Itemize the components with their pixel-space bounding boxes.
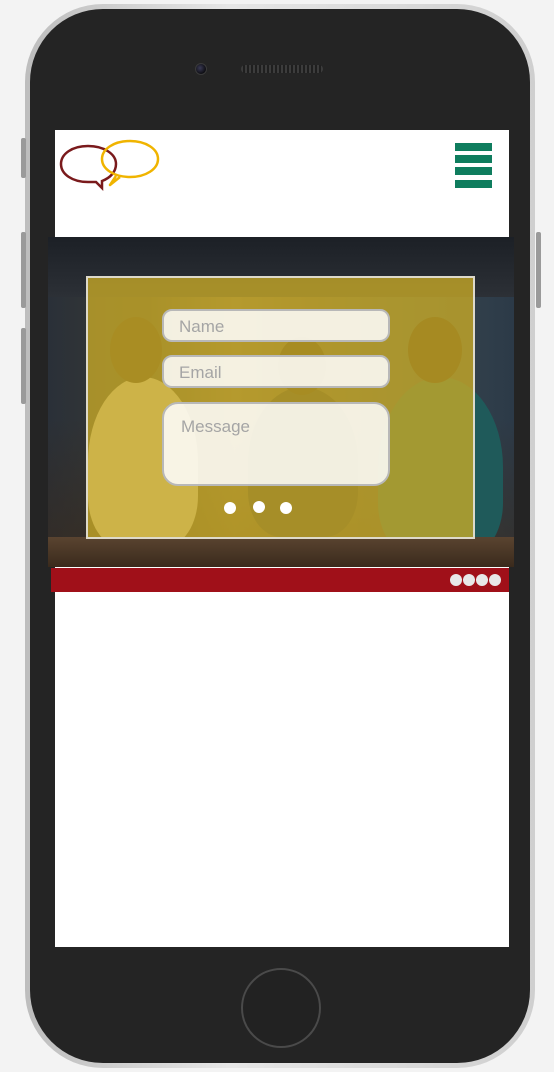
phone-volume-down [21, 328, 26, 404]
carousel-dot-2[interactable] [253, 501, 265, 513]
phone-mute-switch [21, 138, 26, 178]
front-camera [195, 63, 207, 75]
phone-volume-up [21, 232, 26, 308]
pagination-dot-3[interactable] [476, 574, 488, 586]
email-input[interactable]: Email [162, 355, 390, 388]
hero-photo-table [48, 537, 514, 567]
name-input[interactable]: Name [162, 309, 390, 342]
speech-bubbles-logo[interactable] [58, 138, 160, 192]
home-button[interactable] [241, 968, 321, 1048]
hamburger-menu-icon[interactable] [455, 143, 492, 188]
pagination-dot-4[interactable] [489, 574, 501, 586]
carousel-dot-3[interactable] [280, 502, 292, 514]
pagination-dot-1[interactable] [450, 574, 462, 586]
section-bar [51, 568, 509, 592]
phone-power-button [536, 232, 541, 308]
pagination-dot-2[interactable] [463, 574, 475, 586]
carousel-dot-1[interactable] [224, 502, 236, 514]
earpiece-speaker [241, 65, 323, 73]
message-input[interactable]: Message [162, 402, 390, 486]
